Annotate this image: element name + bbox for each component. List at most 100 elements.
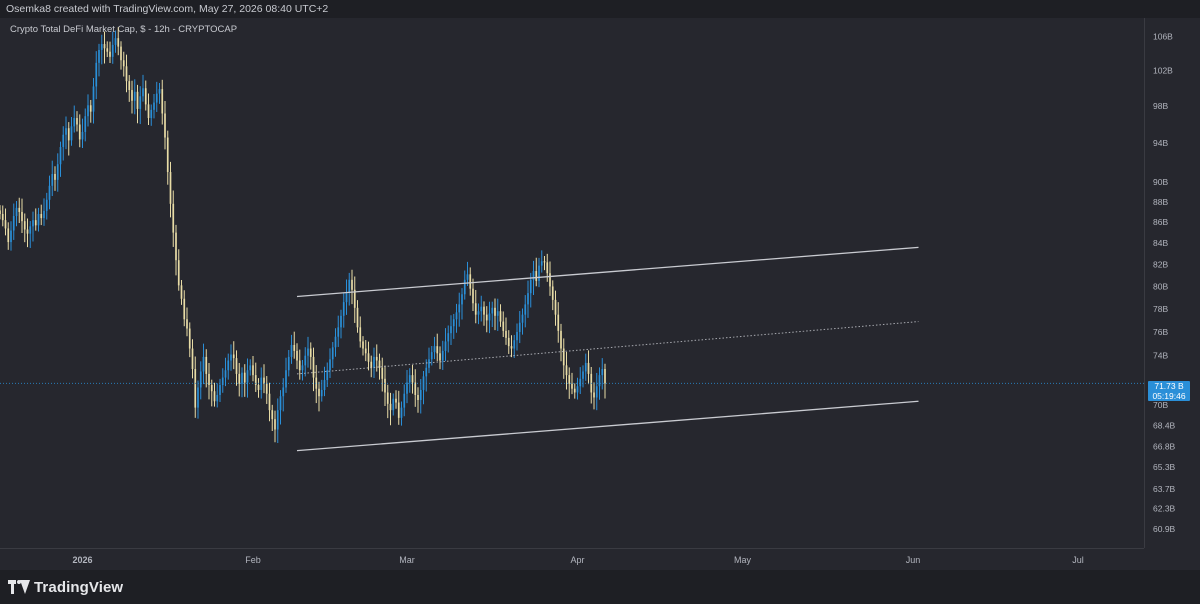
price-tick-label: 84B	[1153, 238, 1168, 248]
candle-body	[557, 314, 560, 331]
candle-body	[540, 261, 543, 266]
candle-body	[307, 348, 309, 356]
candle-body	[120, 46, 122, 61]
candle-body	[348, 279, 351, 293]
candle-body	[32, 220, 34, 227]
candle-body	[452, 319, 455, 327]
candle-body	[144, 88, 147, 105]
candle-body	[12, 216, 15, 231]
candle-body	[128, 81, 131, 91]
candle-body	[436, 346, 439, 354]
candle-body	[340, 315, 342, 328]
candle-body	[48, 185, 51, 200]
candle-body	[502, 321, 505, 331]
candle-body	[419, 389, 422, 401]
candle-body	[243, 372, 246, 383]
price-tick-label: 78B	[1153, 304, 1168, 314]
candle-body	[186, 319, 188, 329]
channel-upper-line	[296, 246, 919, 298]
candle-body	[188, 328, 191, 349]
candle-body	[1, 213, 4, 221]
candle-body	[59, 146, 62, 165]
candle-body	[450, 326, 452, 334]
candle-body	[400, 407, 403, 418]
price-tick-label: 60.9B	[1153, 524, 1176, 534]
candle-body	[62, 134, 65, 147]
candle-body	[208, 373, 210, 385]
candle-body	[469, 274, 472, 289]
tradingview-logo[interactable]: TradingView	[8, 577, 123, 597]
candle-body	[219, 384, 221, 395]
candle-body	[444, 341, 447, 351]
candle-body	[279, 396, 282, 411]
candle-body	[298, 360, 301, 371]
price-tick-label: 106B	[1153, 31, 1173, 41]
candle-body	[546, 262, 549, 274]
candle-body	[81, 131, 84, 140]
candle-body	[235, 358, 238, 374]
price-tick-label: 66.8B	[1153, 442, 1176, 452]
candle-body	[232, 354, 235, 359]
candle-body	[601, 369, 604, 376]
price-tick-label: 102B	[1153, 66, 1173, 76]
price-tick-label: 62.3B	[1153, 504, 1176, 514]
candle-body	[496, 311, 499, 316]
candle-body	[98, 49, 100, 63]
candle-body	[84, 116, 87, 132]
candle-body	[466, 274, 469, 280]
candle-body	[362, 341, 364, 349]
candle-body	[521, 314, 524, 323]
time-axis[interactable]: 2026 Feb Mar Apr May Jun Jul	[0, 548, 1144, 571]
candle-body	[301, 365, 304, 371]
candle-body	[312, 356, 315, 378]
candle-body	[139, 96, 142, 109]
price-tick-label: 70B	[1153, 400, 1168, 410]
candle-body	[142, 88, 144, 97]
candle-body	[51, 173, 54, 186]
price-axis-labels: 106B 102B 98B 94B 90B 88B 86B 84B 82B 80B 78B 76B 74…	[1153, 31, 1176, 534]
candle-body	[109, 51, 111, 57]
candle-body	[304, 355, 307, 366]
candle-body	[150, 109, 153, 119]
candle-body	[516, 332, 518, 341]
candle-body	[461, 294, 463, 305]
candle-body	[205, 356, 208, 374]
candle-body	[169, 172, 172, 204]
candle-body	[342, 302, 345, 316]
candle-body	[21, 211, 23, 222]
candle-body	[133, 91, 136, 101]
price-tick-label: 98B	[1153, 101, 1168, 111]
candle-body	[23, 221, 26, 230]
candle-body	[197, 387, 199, 408]
candle-body	[136, 91, 139, 109]
candle-body	[89, 105, 92, 112]
candle-body	[147, 104, 150, 119]
candle-body	[543, 261, 546, 263]
candle-body	[191, 348, 194, 370]
candle-body	[100, 44, 103, 50]
chart-area[interactable]: Crypto Total DeFi Market Cap, $ - 12h - …	[0, 18, 1144, 548]
candle-body	[65, 128, 67, 135]
candle-body	[494, 307, 496, 316]
candle-body	[593, 392, 595, 398]
candle-body	[87, 105, 89, 117]
channel-mid-line	[296, 321, 919, 375]
candle-body	[230, 354, 232, 361]
candle-body	[274, 419, 276, 430]
price-tick-label: 80B	[1153, 281, 1168, 291]
price-plot[interactable]	[0, 18, 1144, 548]
candle-body	[397, 402, 400, 418]
last-price-badge: 71.73 B 05:19:46	[1148, 381, 1190, 401]
price-tick-label: 82B	[1153, 260, 1168, 270]
candle-body	[268, 393, 271, 411]
time-tick-label: Jun	[906, 555, 921, 565]
price-tick-label: 86B	[1153, 217, 1168, 227]
candle-body	[161, 89, 164, 114]
candle-body	[356, 307, 359, 328]
candle-body	[430, 352, 433, 360]
candle-body	[565, 365, 568, 376]
candle-body	[92, 86, 95, 112]
candle-body	[351, 279, 353, 290]
price-axis[interactable]: 106B 102B 98B 94B 90B 88B 86B 84B 82B 80B 78B 76B 74…	[1144, 18, 1200, 548]
candle-body	[535, 271, 538, 281]
